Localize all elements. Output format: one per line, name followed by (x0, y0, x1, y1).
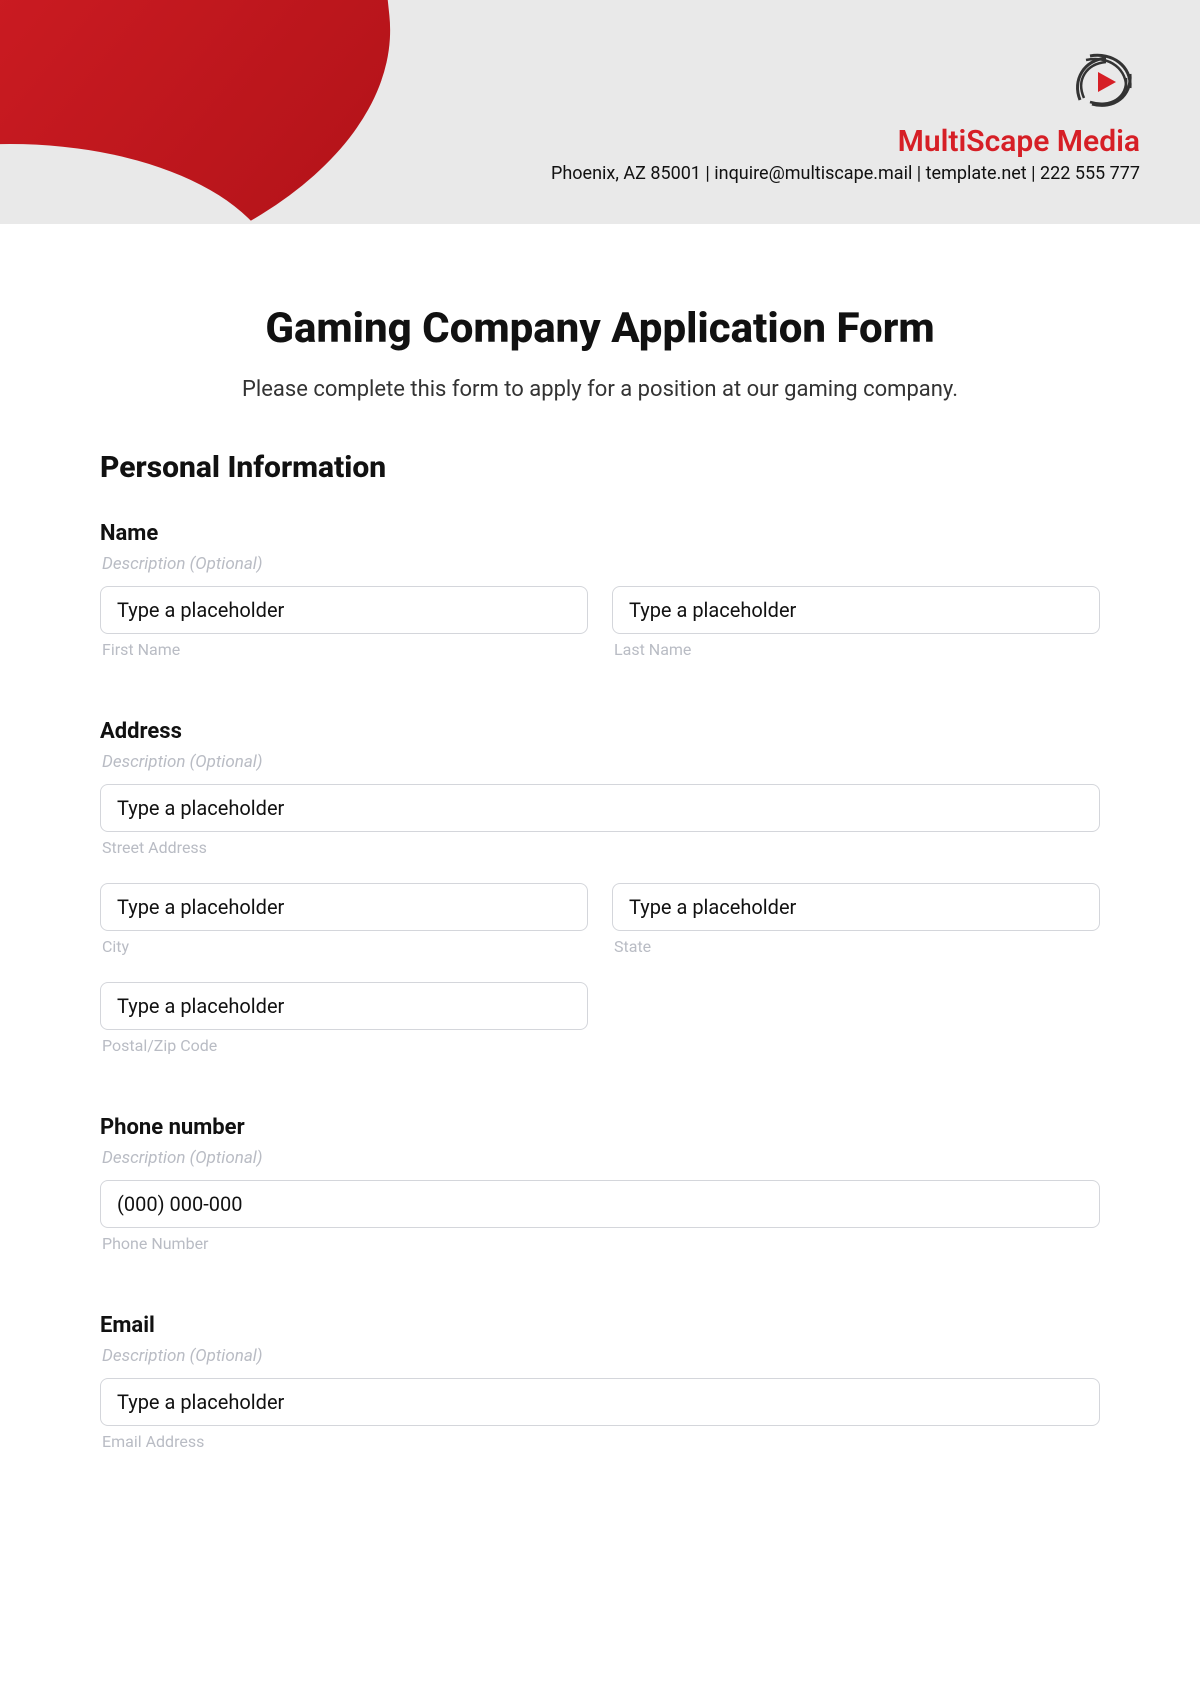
last-name-sublabel: Last Name (612, 640, 1100, 659)
field-label-address: Address (100, 719, 1100, 744)
first-name-sublabel: First Name (100, 640, 588, 659)
zip-input[interactable] (100, 982, 588, 1030)
field-desc-phone: Description (Optional) (100, 1148, 1100, 1168)
phone-input[interactable] (100, 1180, 1100, 1228)
state-input[interactable] (612, 883, 1100, 931)
page-title: Gaming Company Application Form (100, 304, 1100, 353)
street-address-input[interactable] (100, 784, 1100, 832)
field-desc-name: Description (Optional) (100, 554, 1100, 574)
form-content: Gaming Company Application Form Please c… (0, 224, 1200, 1469)
header-band: MultiScape Media Phoenix, AZ 85001 | inq… (0, 0, 1200, 224)
field-desc-email: Description (Optional) (100, 1346, 1100, 1366)
city-input[interactable] (100, 883, 588, 931)
field-desc-address: Description (Optional) (100, 752, 1100, 772)
field-label-name: Name (100, 521, 1100, 546)
brand-block: MultiScape Media Phoenix, AZ 85001 | inq… (551, 50, 1140, 184)
email-input[interactable] (100, 1378, 1100, 1426)
page-subtitle: Please complete this form to apply for a… (100, 377, 1100, 402)
first-name-input[interactable] (100, 586, 588, 634)
email-sublabel: Email Address (100, 1432, 1100, 1451)
brand-contact: Phoenix, AZ 85001 | inquire@multiscape.m… (551, 163, 1140, 184)
brand-name: MultiScape Media (551, 124, 1140, 159)
section-heading-personal: Personal Information (100, 450, 1100, 485)
last-name-input[interactable] (612, 586, 1100, 634)
city-sublabel: City (100, 937, 588, 956)
field-label-email: Email (100, 1313, 1100, 1338)
state-sublabel: State (612, 937, 1100, 956)
logo-icon (1070, 50, 1140, 118)
field-group-name: Name Description (Optional) First Name L… (100, 521, 1100, 677)
field-group-email: Email Description (Optional) Email Addre… (100, 1313, 1100, 1469)
field-group-address: Address Description (Optional) Street Ad… (100, 719, 1100, 1073)
zip-sublabel: Postal/Zip Code (100, 1036, 588, 1055)
field-group-phone: Phone number Description (Optional) Phon… (100, 1115, 1100, 1271)
field-label-phone: Phone number (100, 1115, 1100, 1140)
phone-sublabel: Phone Number (100, 1234, 1100, 1253)
street-address-sublabel: Street Address (100, 838, 1100, 857)
